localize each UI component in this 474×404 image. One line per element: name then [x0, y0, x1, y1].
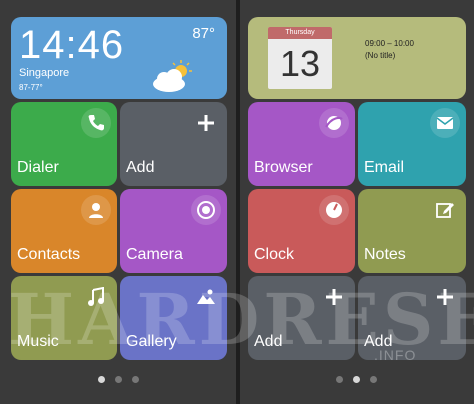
calendar-date: 13: [279, 43, 321, 84]
tile-label: Camera: [126, 246, 183, 263]
tile-label: Browser: [254, 159, 313, 176]
calendar-icon: Thursday 13: [268, 27, 332, 89]
tile-label: Email: [364, 159, 405, 176]
calendar-weekday: Thursday: [268, 27, 332, 39]
clock-icon: [319, 195, 349, 225]
calendar-widget[interactable]: Thursday 13 09:00 – 10:00 (No title): [248, 17, 466, 99]
tile-label: Gallery: [126, 333, 177, 350]
edit-note-icon: [430, 195, 460, 225]
camera-tile[interactable]: Camera: [120, 189, 227, 273]
clock-tile[interactable]: Clock: [248, 189, 355, 273]
music-note-icon: [81, 282, 111, 312]
tile-label: Notes: [364, 246, 406, 263]
weather-city: Singapore: [19, 67, 70, 79]
camera-icon: [191, 195, 221, 225]
gallery-tile[interactable]: Gallery: [120, 276, 227, 360]
event-time: 09:00 – 10:00: [365, 39, 414, 48]
email-tile[interactable]: Email: [358, 102, 466, 186]
clock-time: 14:46: [19, 23, 125, 67]
page-indicator: [98, 376, 139, 383]
page-indicator: [336, 376, 377, 383]
tile-label: Clock: [254, 246, 295, 263]
current-temperature: 87°: [192, 25, 215, 42]
phone-icon: [81, 108, 111, 138]
tile-label: Music: [17, 333, 59, 350]
event-title: (No title): [365, 51, 396, 60]
page-dot: [115, 376, 122, 383]
notes-tile[interactable]: Notes: [358, 189, 466, 273]
page-dot: [336, 376, 343, 383]
page-dot: [353, 376, 360, 383]
tile-label: Contacts: [17, 246, 81, 263]
temperature-range: 87-77°: [19, 83, 43, 92]
tile-label: Add: [364, 333, 393, 350]
add-tile[interactable]: Add: [248, 276, 355, 360]
home-screen-left: 14:46 87° Singapore 87-77° Dialer Add Co…: [0, 0, 236, 404]
plus-icon: [319, 282, 349, 312]
add-tile[interactable]: Add: [120, 102, 227, 186]
tile-label: Add: [254, 333, 283, 350]
tile-label: Add: [126, 159, 155, 176]
page-dot: [98, 376, 105, 383]
person-icon: [81, 195, 111, 225]
weather-clock-widget[interactable]: 14:46 87° Singapore 87-77°: [11, 17, 227, 99]
envelope-icon: [430, 108, 460, 138]
music-tile[interactable]: Music: [11, 276, 117, 360]
globe-icon: [319, 108, 349, 138]
browser-tile[interactable]: Browser: [248, 102, 355, 186]
tile-label: Dialer: [17, 159, 59, 176]
partly-cloudy-icon: [153, 60, 192, 92]
plus-icon: [191, 108, 221, 138]
plus-icon: [430, 282, 460, 312]
dialer-tile[interactable]: Dialer: [11, 102, 117, 186]
add-tile[interactable]: Add: [358, 276, 466, 360]
contacts-tile[interactable]: Contacts: [11, 189, 117, 273]
image-icon: [191, 282, 221, 312]
home-screen-right: Thursday 13 09:00 – 10:00 (No title) Bro…: [240, 0, 474, 404]
page-dot: [370, 376, 377, 383]
page-dot: [132, 376, 139, 383]
